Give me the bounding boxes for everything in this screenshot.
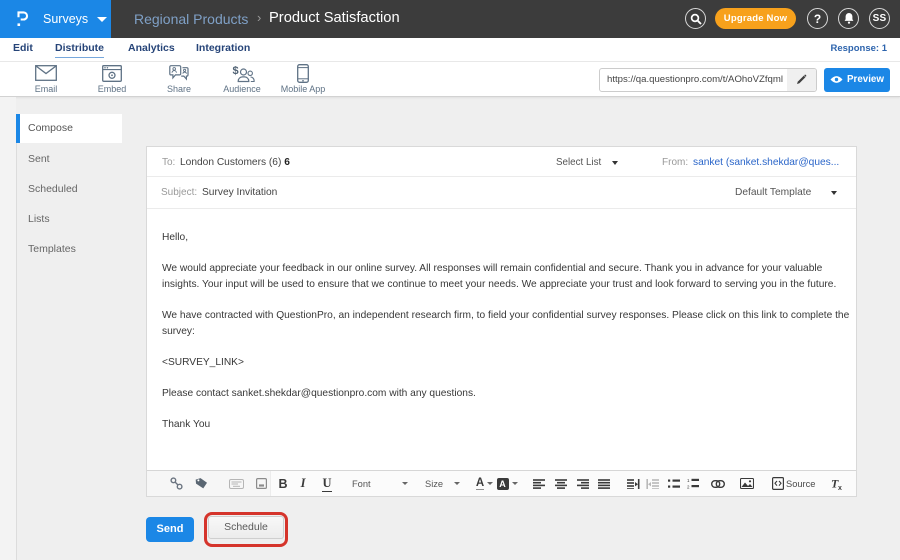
svg-text:x: x xyxy=(838,485,842,490)
svg-text:1: 1 xyxy=(687,478,690,483)
svg-text:$: $ xyxy=(232,65,238,77)
svg-text:2: 2 xyxy=(687,485,690,490)
